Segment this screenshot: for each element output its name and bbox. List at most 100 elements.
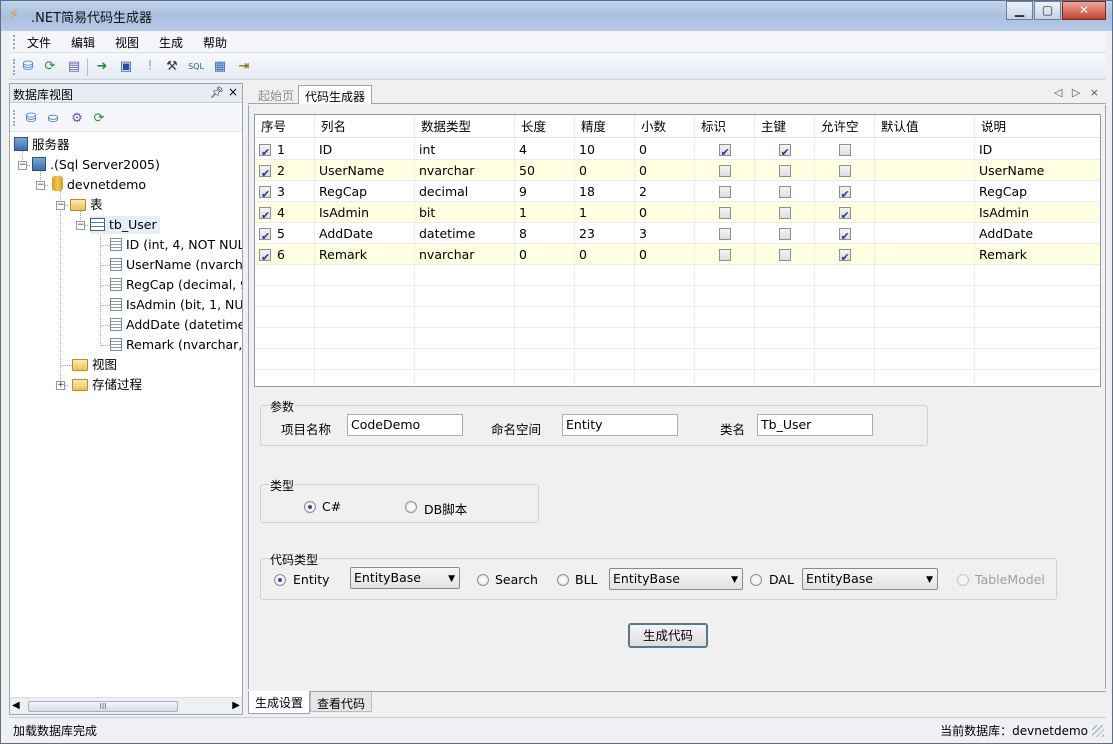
identity-checkbox[interactable] <box>718 142 731 160</box>
refresh-icon[interactable]: ⟳ <box>41 58 59 76</box>
tab-code-generator[interactable]: 代码生成器 <box>298 85 373 104</box>
search-radio[interactable] <box>477 574 489 586</box>
tree-node-column[interactable]: UserName (nvarchar, 50, NULL) <box>110 256 242 274</box>
precision-cell[interactable]: 23 <box>575 223 635 244</box>
row-select-cell[interactable]: 4 <box>255 202 315 223</box>
nullable-cell[interactable] <box>815 223 875 244</box>
row-checkbox[interactable] <box>259 184 271 202</box>
nullable-checkbox[interactable] <box>838 184 851 202</box>
column-name-cell[interactable]: Remark <box>315 244 415 265</box>
nullable-cell[interactable] <box>815 202 875 223</box>
scale-cell[interactable]: 0 <box>635 202 695 223</box>
connect-db-icon[interactable]: ⛁ <box>19 58 37 76</box>
tree-node-column[interactable]: IsAdmin (bit, 1, NULL) <box>110 296 242 314</box>
tree-node-procedures[interactable]: 存储过程 <box>72 376 142 394</box>
expand-toggle[interactable]: + <box>56 381 65 390</box>
entity-label[interactable]: Entity <box>293 572 330 587</box>
table-row[interactable]: 1 ID int 4 10 0 ID <box>255 139 1100 160</box>
minimize-button[interactable]: ▁ <box>1006 1 1033 20</box>
primary-key-checkbox[interactable] <box>778 228 791 240</box>
column-name-cell[interactable]: RegCap <box>315 181 415 202</box>
tree-node-column[interactable]: AddDate (datetime, 8, NULL) <box>110 316 242 334</box>
sql-icon[interactable]: SQL <box>187 58 205 76</box>
default-cell[interactable] <box>875 244 975 265</box>
row-select-cell[interactable]: 5 <box>255 223 315 244</box>
disconnect-icon[interactable]: ⛀ <box>44 110 62 128</box>
menu-generate[interactable]: 生成 <box>159 34 183 51</box>
bll-label[interactable]: BLL <box>575 572 598 587</box>
header-primary-key[interactable]: 主键 <box>755 115 815 138</box>
primary-key-checkbox[interactable] <box>778 249 791 261</box>
table-row[interactable]: 5 AddDate datetime 8 23 3 AddDate <box>255 223 1100 244</box>
close-button[interactable]: ✕ <box>1062 1 1106 20</box>
default-cell[interactable] <box>875 160 975 181</box>
row-select-cell[interactable]: 1 <box>255 139 315 160</box>
collapse-toggle[interactable]: − <box>56 201 65 210</box>
description-cell[interactable]: Remark <box>975 244 1100 265</box>
precision-cell[interactable]: 0 <box>575 160 635 181</box>
dal-radio[interactable] <box>750 574 762 586</box>
header-description[interactable]: 说明 <box>975 115 1100 138</box>
header-default[interactable]: 默认值 <box>875 115 975 138</box>
identity-checkbox[interactable] <box>718 207 731 219</box>
header-identity[interactable]: 标识 <box>695 115 755 138</box>
scroll-left-icon[interactable]: ◀ <box>12 700 20 711</box>
tree-node-column[interactable]: RegCap (decimal, 9, NULL) <box>110 276 242 294</box>
data-type-cell[interactable]: nvarchar <box>415 160 515 181</box>
row-checkbox[interactable] <box>259 205 271 223</box>
tree-node-database[interactable]: devnetdemo <box>52 176 146 194</box>
class-name-input[interactable]: Tb_User <box>757 414 873 436</box>
row-checkbox[interactable] <box>259 226 271 244</box>
code-icon[interactable]: ▦ <box>211 58 229 76</box>
length-cell[interactable]: 8 <box>515 223 575 244</box>
data-type-cell[interactable]: datetime <box>415 223 515 244</box>
identity-cell[interactable] <box>695 181 755 202</box>
bll-radio[interactable] <box>557 574 569 586</box>
data-type-cell[interactable]: decimal <box>415 181 515 202</box>
refresh-icon[interactable]: ⟳ <box>90 110 108 128</box>
header-length[interactable]: 长度 <box>515 115 575 138</box>
scale-cell[interactable]: 2 <box>635 181 695 202</box>
nullable-cell[interactable] <box>815 139 875 160</box>
tree-node-column[interactable]: ID (int, 4, NOT NULL) <box>110 236 242 254</box>
tree-node-column[interactable]: Remark (nvarchar, 0, NULL) <box>110 336 242 354</box>
info-icon[interactable]: ! <box>141 58 159 76</box>
entity-base-select[interactable]: EntityBase ▼ <box>350 567 460 589</box>
row-checkbox[interactable] <box>259 247 271 265</box>
tree-node-servers[interactable]: 服务器 <box>14 136 70 154</box>
nullable-cell[interactable] <box>815 181 875 202</box>
table-row[interactable]: 2 UserName nvarchar 50 0 0 UserName <box>255 160 1100 181</box>
table-row[interactable]: 6 Remark nvarchar 0 0 0 Remark <box>255 244 1100 265</box>
menu-file[interactable]: 文件 <box>27 34 51 51</box>
primary-key-cell[interactable] <box>755 181 815 202</box>
identity-checkbox[interactable] <box>718 228 731 240</box>
row-select-cell[interactable]: 6 <box>255 244 315 265</box>
column-name-cell[interactable]: IsAdmin <box>315 202 415 223</box>
dal-label[interactable]: DAL <box>769 572 794 587</box>
tree-node-views[interactable]: 视图 <box>72 356 117 374</box>
default-cell[interactable] <box>875 202 975 223</box>
collapse-toggle[interactable]: − <box>18 161 27 170</box>
primary-key-cell[interactable] <box>755 244 815 265</box>
primary-key-cell[interactable] <box>755 202 815 223</box>
description-cell[interactable]: RegCap <box>975 181 1100 202</box>
scale-cell[interactable]: 0 <box>635 139 695 160</box>
save-icon[interactable]: ▣ <box>117 58 135 76</box>
length-cell[interactable]: 50 <box>515 160 575 181</box>
tab-generate-settings[interactable]: 生成设置 <box>248 691 311 714</box>
precision-cell[interactable]: 18 <box>575 181 635 202</box>
scale-cell[interactable]: 0 <box>635 160 695 181</box>
column-name-cell[interactable]: UserName <box>315 160 415 181</box>
primary-key-checkbox[interactable] <box>778 165 791 177</box>
length-cell[interactable]: 0 <box>515 244 575 265</box>
size-grip[interactable] <box>1092 725 1104 737</box>
script-icon[interactable]: ▤ <box>65 58 83 76</box>
nullable-checkbox[interactable] <box>838 144 851 156</box>
connect-icon[interactable]: ⛁ <box>22 110 40 128</box>
identity-cell[interactable] <box>695 244 755 265</box>
length-cell[interactable]: 9 <box>515 181 575 202</box>
menu-help[interactable]: 帮助 <box>203 34 227 51</box>
search-label[interactable]: Search <box>495 572 538 587</box>
identity-cell[interactable] <box>695 223 755 244</box>
description-cell[interactable]: UserName <box>975 160 1100 181</box>
